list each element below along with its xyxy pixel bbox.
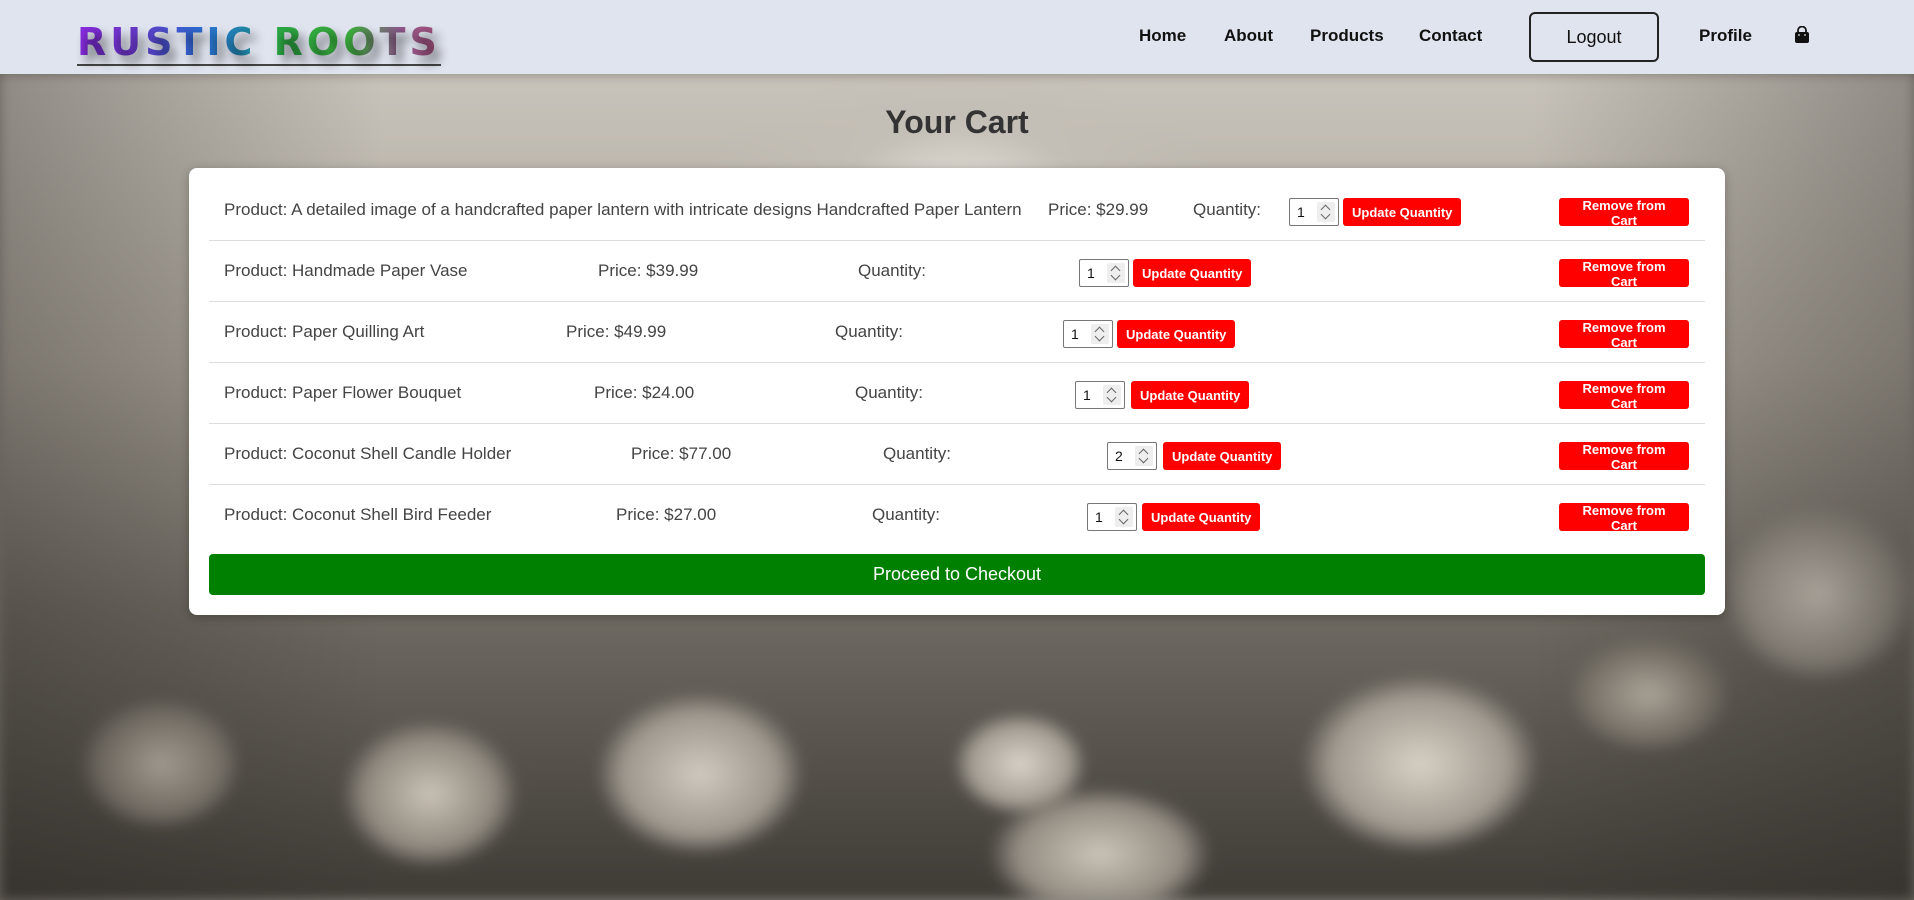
cart-row: Product: Coconut Shell Candle Holder Pri…: [209, 424, 1705, 485]
product-name: Product: Handmade Paper Vase: [224, 261, 468, 280]
remove-from-cart-button[interactable]: Remove from Cart: [1559, 259, 1689, 289]
product-name: Product: Paper Flower Bouquet: [224, 383, 462, 402]
nav-contact-link[interactable]: Contact: [1419, 26, 1482, 46]
logout-button[interactable]: Logout: [1529, 12, 1659, 62]
product-price: Price: $77.00: [631, 444, 732, 463]
spinner-icon[interactable]: [1317, 202, 1335, 222]
quantity-input[interactable]: 1: [1079, 259, 1129, 287]
remove-from-cart-button[interactable]: Remove from Cart: [1559, 503, 1689, 533]
product-price: Price: $39.99: [598, 261, 699, 280]
shopping-bag-icon[interactable]: [1793, 25, 1811, 44]
cart-row: Product: Paper Flower Bouquet Price: $24…: [209, 363, 1705, 424]
remove-from-cart-button[interactable]: Remove from Cart: [1559, 320, 1689, 350]
quantity-label: Quantity:: [1193, 200, 1262, 219]
quantity-input[interactable]: 1: [1063, 320, 1113, 348]
brand-logo[interactable]: RUSTIC ROOTS: [77, 20, 441, 66]
nav-profile-link[interactable]: Profile: [1699, 26, 1752, 46]
update-quantity-button[interactable]: Update Quantity: [1131, 381, 1250, 409]
spinner-icon[interactable]: [1103, 385, 1121, 405]
quantity-input[interactable]: 2: [1107, 442, 1157, 470]
spinner-icon[interactable]: [1107, 263, 1125, 283]
quantity-value: 1: [1095, 509, 1103, 525]
update-quantity-button[interactable]: Update Quantity: [1343, 198, 1462, 226]
update-quantity-button[interactable]: Update Quantity: [1163, 442, 1282, 470]
quantity-label: Quantity:: [858, 261, 927, 280]
nav-products-link[interactable]: Products: [1310, 26, 1384, 46]
quantity-input[interactable]: 1: [1087, 503, 1137, 531]
spinner-icon[interactable]: [1135, 446, 1153, 466]
quantity-input[interactable]: 1: [1289, 198, 1339, 226]
quantity-value: 1: [1087, 265, 1095, 281]
brand-word-1: RUSTIC: [77, 20, 257, 64]
product-name: Product: A detailed image of a handcraft…: [224, 200, 1022, 219]
quantity-label: Quantity:: [883, 444, 952, 463]
product-price: Price: $27.00: [616, 505, 717, 524]
product-name: Product: Paper Quilling Art: [224, 322, 425, 341]
product-name: Product: Coconut Shell Bird Feeder: [224, 505, 492, 524]
cart-panel: Product: A detailed image of a handcraft…: [189, 168, 1725, 615]
cart-row: Product: A detailed image of a handcraft…: [209, 180, 1705, 241]
navbar: RUSTIC ROOTS Home About Products Contact…: [0, 0, 1914, 74]
product-price: Price: $29.99: [1048, 200, 1149, 219]
page-title: Your Cart: [885, 104, 1029, 140]
nav-home-link[interactable]: Home: [1139, 26, 1186, 46]
product-name: Product: Coconut Shell Candle Holder: [224, 444, 512, 463]
cart-row: Product: Paper Quilling Art Price: $49.9…: [209, 302, 1705, 363]
remove-from-cart-button[interactable]: Remove from Cart: [1559, 381, 1689, 411]
quantity-input[interactable]: 1: [1075, 381, 1125, 409]
update-quantity-button[interactable]: Update Quantity: [1142, 503, 1261, 531]
quantity-value: 1: [1297, 204, 1305, 220]
quantity-label: Quantity:: [855, 383, 924, 402]
nav-about-link[interactable]: About: [1224, 26, 1273, 46]
brand-word-2: ROOTS: [273, 20, 441, 64]
quantity-label: Quantity:: [835, 322, 904, 341]
quantity-value: 2: [1115, 448, 1123, 464]
cart-row: Product: Coconut Shell Bird Feeder Price…: [209, 485, 1705, 546]
quantity-value: 1: [1083, 387, 1091, 403]
proceed-to-checkout-button[interactable]: Proceed to Checkout: [209, 554, 1705, 595]
spinner-icon[interactable]: [1115, 507, 1133, 527]
spinner-icon[interactable]: [1091, 324, 1109, 344]
remove-from-cart-button[interactable]: Remove from Cart: [1559, 198, 1689, 228]
update-quantity-button[interactable]: Update Quantity: [1117, 320, 1236, 348]
product-price: Price: $24.00: [594, 383, 695, 402]
remove-from-cart-button[interactable]: Remove from Cart: [1559, 442, 1689, 472]
update-quantity-button[interactable]: Update Quantity: [1133, 259, 1252, 287]
quantity-value: 1: [1071, 326, 1079, 342]
cart-row: Product: Handmade Paper Vase Price: $39.…: [209, 241, 1705, 302]
product-price: Price: $49.99: [566, 322, 667, 341]
quantity-label: Quantity:: [872, 505, 941, 524]
